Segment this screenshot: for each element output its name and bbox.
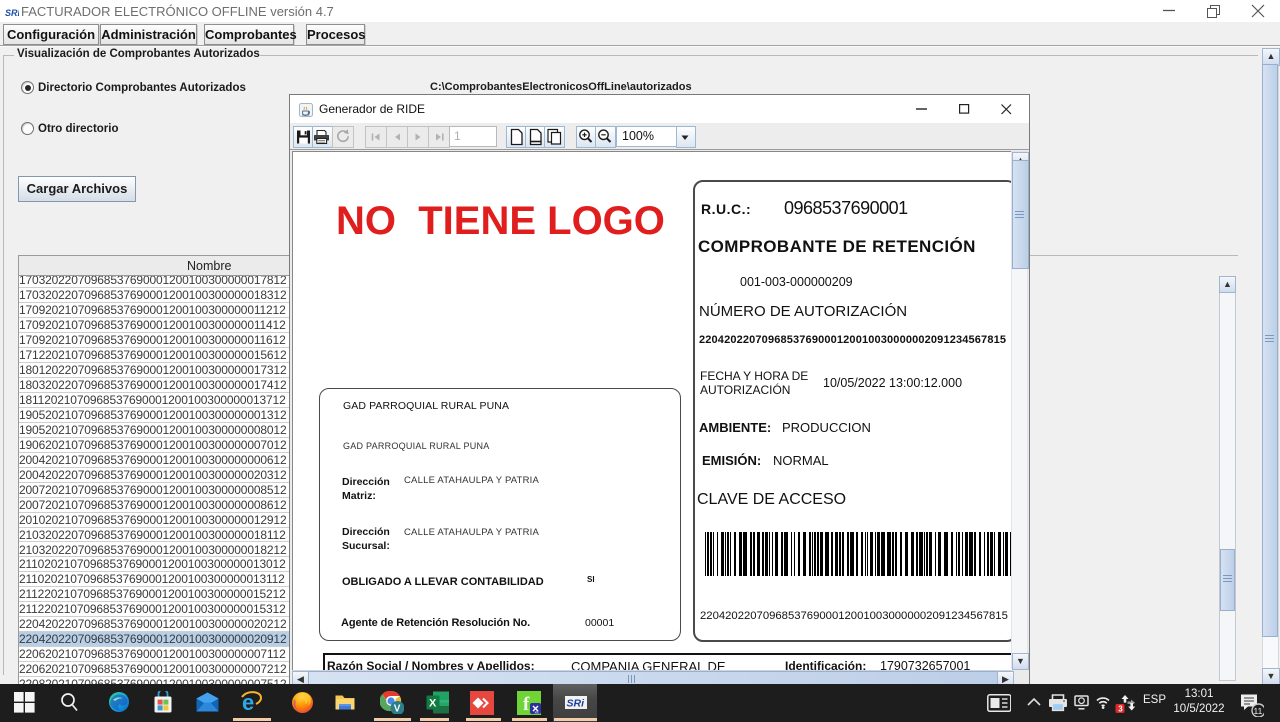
svg-text:SRi: SRi — [567, 698, 586, 710]
svg-text:V: V — [394, 704, 401, 715]
svg-text:11: 11 — [1254, 706, 1263, 716]
svg-text:xls: xls — [535, 711, 540, 715]
svg-text:3: 3 — [1118, 704, 1123, 713]
svg-text:f: f — [523, 694, 530, 715]
svg-text:SRI: SRI — [5, 8, 19, 18]
svg-text:X: X — [429, 698, 437, 710]
